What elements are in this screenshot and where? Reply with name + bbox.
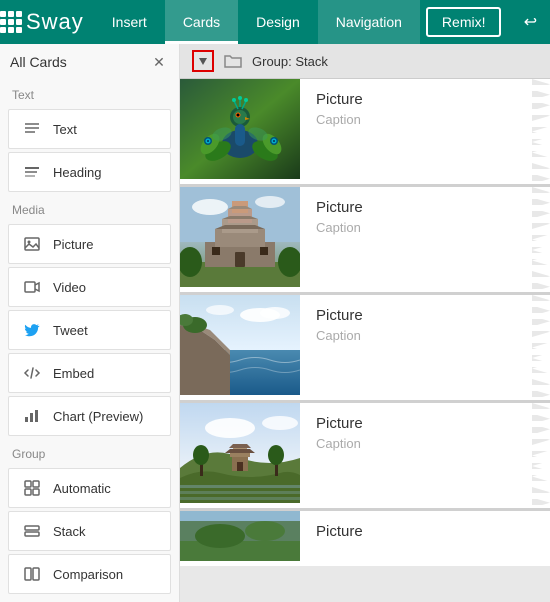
picture-type-1: Picture	[316, 91, 363, 108]
card-item-automatic[interactable]: Automatic	[8, 468, 171, 508]
undo-button[interactable]: ↩	[515, 7, 545, 37]
picture-caption-1: Caption	[316, 112, 363, 127]
picture-caption-2: Caption	[316, 220, 363, 235]
picture-caption-4: Caption	[316, 436, 363, 451]
picture-info-3: Picture Caption	[300, 295, 379, 400]
picture-thumb-4	[180, 403, 300, 508]
card-item-text[interactable]: Text	[8, 109, 171, 149]
group-header: Group: Stack	[180, 44, 550, 79]
section-media-label: Media	[0, 195, 179, 221]
comparison-icon	[21, 563, 43, 585]
card-text-label: Text	[53, 122, 77, 137]
embed-icon	[21, 362, 43, 384]
picture-thumb-1	[180, 79, 300, 184]
main-area: All Cards ✕ Text Text Heading Media	[0, 44, 550, 602]
nav-navigation[interactable]: Navigation	[318, 0, 420, 44]
picture-caption-3: Caption	[316, 328, 363, 343]
card-item-tweet[interactable]: Tweet	[8, 310, 171, 350]
torn-edge-1	[532, 79, 550, 184]
torn-edge-4	[532, 403, 550, 508]
card-stack-label: Stack	[53, 524, 86, 539]
card-item-embed[interactable]: Embed	[8, 353, 171, 393]
topbar: Sway Insert Cards Design Navigation Remi…	[0, 0, 550, 44]
card-heading-label: Heading	[53, 165, 101, 180]
content-area: Group: Stack	[180, 44, 550, 602]
sidebar-close-button[interactable]: ✕	[149, 52, 169, 72]
torn-edge-3	[532, 295, 550, 400]
section-text-label: Text	[0, 80, 179, 106]
undo-redo-group: ↩ ↪	[507, 7, 550, 37]
card-automatic-label: Automatic	[53, 481, 111, 496]
card-item-picture[interactable]: Picture	[8, 224, 171, 264]
heading-icon	[21, 161, 43, 183]
twitter-icon	[21, 319, 43, 341]
group-label: Group: Stack	[252, 54, 328, 69]
picture-type-5: Picture	[316, 523, 363, 540]
card-embed-label: Embed	[53, 366, 94, 381]
picture-info-2: Picture Caption	[300, 187, 379, 292]
picture-card-5[interactable]: Picture	[180, 511, 550, 566]
remix-button[interactable]: Remix!	[426, 7, 502, 37]
stack-icon	[21, 520, 43, 542]
nav-cards[interactable]: Cards	[165, 0, 238, 44]
picture-card-4[interactable]: Picture Caption	[180, 403, 550, 511]
card-video-label: Video	[53, 280, 86, 295]
cards-list[interactable]: Picture Caption	[180, 79, 550, 601]
sidebar: All Cards ✕ Text Text Heading Media	[0, 44, 180, 602]
picture-thumb-5	[180, 511, 300, 566]
automatic-icon	[21, 477, 43, 499]
picture-info-5: Picture	[300, 511, 379, 566]
picture-icon	[21, 233, 43, 255]
sidebar-header: All Cards ✕	[0, 44, 179, 80]
picture-type-2: Picture	[316, 199, 363, 216]
picture-type-3: Picture	[316, 307, 363, 324]
group-folder-icon	[222, 50, 244, 72]
picture-type-4: Picture	[316, 415, 363, 432]
card-comparison-label: Comparison	[53, 567, 123, 582]
section-group-label: Group	[0, 439, 179, 465]
group-collapse-icon[interactable]	[192, 50, 214, 72]
card-chart-label: Chart (Preview)	[53, 409, 143, 424]
app-logo: Sway	[22, 9, 94, 35]
card-item-chart[interactable]: Chart (Preview)	[8, 396, 171, 436]
text-icon	[21, 118, 43, 140]
card-item-stack[interactable]: Stack	[8, 511, 171, 551]
picture-info-1: Picture Caption	[300, 79, 379, 184]
apps-button[interactable]	[0, 0, 22, 44]
sidebar-title: All Cards	[10, 54, 67, 70]
nav-design[interactable]: Design	[238, 0, 318, 44]
card-tweet-label: Tweet	[53, 323, 88, 338]
card-item-video[interactable]: Video	[8, 267, 171, 307]
sidebar-scroll[interactable]: Text Text Heading Media Picture	[0, 80, 179, 602]
picture-card-1[interactable]: Picture Caption	[180, 79, 550, 187]
picture-info-4: Picture Caption	[300, 403, 379, 508]
card-item-heading[interactable]: Heading	[8, 152, 171, 192]
chart-icon	[21, 405, 43, 427]
torn-edge-2	[532, 187, 550, 292]
card-picture-label: Picture	[53, 237, 93, 252]
picture-thumb-3	[180, 295, 300, 400]
card-item-comparison[interactable]: Comparison	[8, 554, 171, 594]
top-navigation: Insert Cards Design Navigation Remix! ↩ …	[94, 0, 550, 44]
nav-insert[interactable]: Insert	[94, 0, 165, 44]
picture-card-2[interactable]: Picture Caption	[180, 187, 550, 295]
video-icon	[21, 276, 43, 298]
picture-card-3[interactable]: Picture Caption	[180, 295, 550, 403]
picture-thumb-2	[180, 187, 300, 292]
